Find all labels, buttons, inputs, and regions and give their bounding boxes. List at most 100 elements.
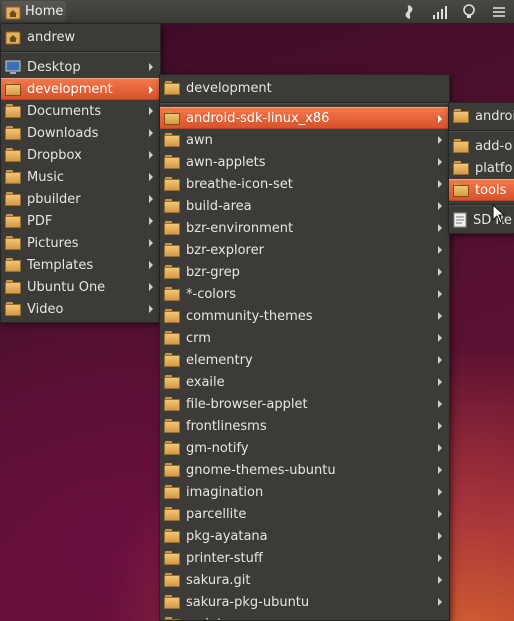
development-item-frontlinesms[interactable]: frontlinesms: [160, 415, 449, 437]
folder-icon: [5, 170, 21, 184]
submenu-arrow-icon: [437, 239, 443, 261]
folder-icon: [164, 243, 180, 257]
folder-icon: [164, 81, 180, 95]
home-folder-icon: [5, 31, 21, 45]
places-item-music[interactable]: Music: [1, 166, 160, 188]
places-item-pictures[interactable]: Pictures: [1, 232, 160, 254]
development-item-pkg-ayatana[interactable]: pkg-ayatana: [160, 525, 449, 547]
submenu-arrow-icon: [437, 481, 443, 503]
folder-icon: [164, 331, 180, 345]
development-item-label: pkg-ayatana: [186, 528, 268, 544]
places-item-label: Templates: [27, 257, 94, 273]
top-panel: Home: [0, 0, 514, 24]
android-item-platfo[interactable]: platfo: [449, 157, 514, 179]
folder-icon: [164, 485, 180, 499]
development-item-bzr-environment[interactable]: bzr-environment: [160, 217, 449, 239]
places-item-video[interactable]: Video: [1, 298, 160, 320]
signal-icon[interactable]: [429, 2, 449, 22]
development-item-bzr-explorer[interactable]: bzr-explorer: [160, 239, 449, 261]
android-item-label: platfo: [475, 160, 513, 176]
development-item-sakura-pkg-ubuntu[interactable]: sakura-pkg-ubuntu: [160, 591, 449, 613]
development-item-build-area[interactable]: build-area: [160, 195, 449, 217]
development-item-elementry[interactable]: elementry: [160, 349, 449, 371]
submenu-arrow-icon: [437, 283, 443, 305]
places-item-label: Desktop: [27, 59, 81, 75]
development-item-label: elementry: [186, 352, 253, 368]
folder-icon: [164, 265, 180, 279]
development-item-gm-notify[interactable]: gm-notify: [160, 437, 449, 459]
development-item-exaile[interactable]: exaile: [160, 371, 449, 393]
places-item-label: Ubuntu One: [27, 279, 106, 295]
folder-icon: [5, 148, 21, 162]
folder-icon: [164, 353, 180, 367]
folder-icon: [164, 133, 180, 147]
places-menu: andrew Desktop development Documents Downlo…: [0, 23, 161, 323]
development-item-bzr-grep[interactable]: bzr-grep: [160, 261, 449, 283]
places-item-dropbox[interactable]: Dropbox: [1, 144, 160, 166]
places-item-downloads[interactable]: Downloads: [1, 122, 160, 144]
submenu-arrow-icon: [148, 210, 154, 232]
places-item-pdf[interactable]: PDF: [1, 210, 160, 232]
places-item-desktop[interactable]: Desktop: [1, 56, 160, 78]
submenu-arrow-icon: [437, 437, 443, 459]
development-item-awn-applets[interactable]: awn-applets: [160, 151, 449, 173]
development-item-sakura-git[interactable]: sakura.git: [160, 569, 449, 591]
development-item-printer-stuff[interactable]: printer-stuff: [160, 547, 449, 569]
lightbulb-icon[interactable]: [459, 2, 479, 22]
android-item-add-o[interactable]: add-o: [449, 135, 514, 157]
development-item-colors[interactable]: *-colors: [160, 283, 449, 305]
folder-icon: [164, 617, 180, 620]
development-item-label: printer-stuff: [186, 550, 263, 566]
submenu-arrow-icon: [437, 503, 443, 525]
places-item-development[interactable]: development: [1, 78, 160, 100]
places-item-pbuilder[interactable]: pbuilder: [1, 188, 160, 210]
home-label: Home: [25, 4, 64, 19]
places-item-label: Music: [27, 169, 64, 185]
development-item-label: sakura.git: [186, 572, 251, 588]
development-item-breathe-icon-set[interactable]: breathe-icon-set: [160, 173, 449, 195]
development-open-label: development: [186, 80, 272, 96]
folder-icon: [5, 82, 21, 96]
development-item-crm[interactable]: crm: [160, 327, 449, 349]
development-item-label: community-themes: [186, 308, 313, 324]
user-home-item[interactable]: andrew: [1, 26, 160, 48]
folder-icon: [5, 280, 21, 294]
android-open-item[interactable]: android: [449, 105, 514, 127]
places-item-templates[interactable]: Templates: [1, 254, 160, 276]
development-item-label: awn-applets: [186, 154, 266, 170]
development-item-parcellite[interactable]: parcellite: [160, 503, 449, 525]
folder-icon: [164, 375, 180, 389]
folder-icon: [164, 177, 180, 191]
folder-icon: [164, 507, 180, 521]
development-item-awn[interactable]: awn: [160, 129, 449, 151]
development-item-scripts[interactable]: scripts: [160, 613, 449, 620]
menu-icon[interactable]: [489, 2, 509, 22]
places-item-documents[interactable]: Documents: [1, 100, 160, 122]
development-item-label: awn: [186, 132, 213, 148]
development-item-gnome-themes-ubuntu[interactable]: gnome-themes-ubuntu: [160, 459, 449, 481]
places-item-ubuntu-one[interactable]: Ubuntu One: [1, 276, 160, 298]
development-item-label: frontlinesms: [186, 418, 267, 434]
development-item-community-themes[interactable]: community-themes: [160, 305, 449, 327]
development-item-file-browser-applet[interactable]: file-browser-applet: [160, 393, 449, 415]
home-folder-icon: [5, 6, 21, 19]
places-item-label: Documents: [27, 103, 102, 119]
development-item-imagination[interactable]: imagination: [160, 481, 449, 503]
submenu-arrow-icon: [437, 217, 443, 239]
folder-icon: [164, 441, 180, 455]
development-open-item[interactable]: development: [160, 77, 449, 99]
submenu-arrow-icon: [437, 613, 443, 620]
development-item-android-sdk-linux-x86[interactable]: android-sdk-linux_x86: [160, 107, 449, 129]
submenu-arrow-icon: [148, 188, 154, 210]
dropbox-icon[interactable]: [399, 2, 419, 22]
places-item-label: PDF: [27, 213, 53, 229]
folder-icon: [164, 595, 180, 609]
submenu-arrow-icon: [437, 305, 443, 327]
development-item-label: sakura-pkg-ubuntu: [186, 594, 310, 610]
folder-icon: [164, 551, 180, 565]
development-item-label: gm-notify: [186, 440, 249, 456]
android-item-tools[interactable]: tools: [449, 179, 514, 201]
development-item-label: parcellite: [186, 506, 247, 522]
menu-separator: [1, 51, 160, 53]
home-menu-button[interactable]: Home: [2, 1, 66, 22]
